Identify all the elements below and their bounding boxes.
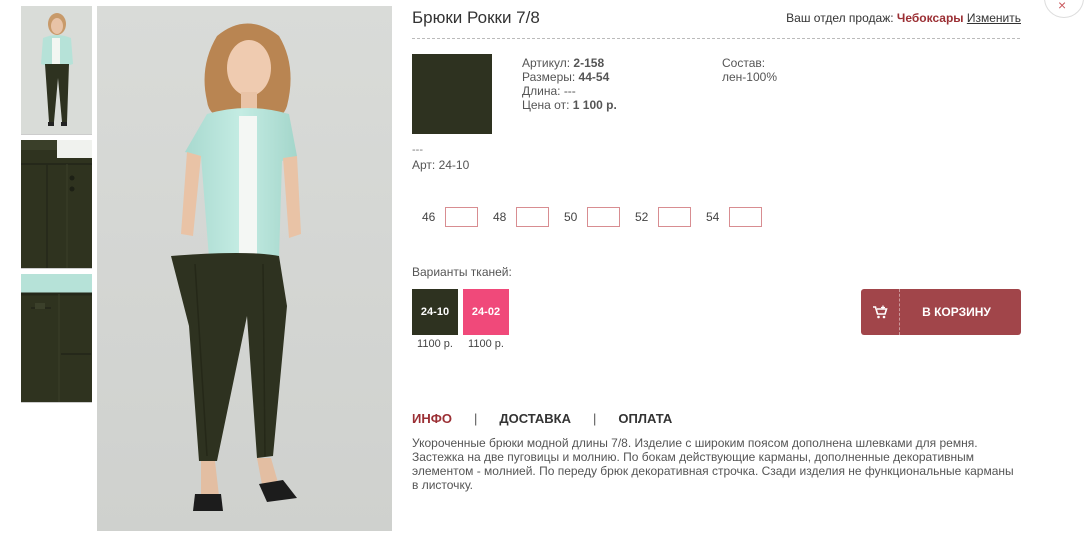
size-quantity-input[interactable] bbox=[516, 207, 549, 227]
tab-separator: | bbox=[473, 411, 478, 426]
fabric-variants-label: Варианты тканей: bbox=[412, 265, 512, 279]
spec-price: Цена от: 1 100 р. bbox=[522, 98, 617, 112]
add-to-cart-label: В КОРЗИНУ bbox=[922, 305, 991, 319]
size-label: 48 bbox=[493, 210, 507, 224]
size-quantity-input[interactable] bbox=[445, 207, 478, 227]
size-quantity-input[interactable] bbox=[658, 207, 691, 227]
spec-length-label: Длина: bbox=[522, 84, 561, 98]
fabric-variant: 24-10 1100 р. bbox=[412, 289, 458, 350]
spec-length-value: --- bbox=[563, 84, 576, 98]
header-divider bbox=[412, 38, 1020, 39]
size-item: 46 bbox=[422, 207, 478, 227]
thumbnail-strip bbox=[21, 6, 92, 408]
add-to-cart-button[interactable]: В КОРЗИНУ bbox=[861, 289, 1021, 335]
tab-info[interactable]: ИНФО bbox=[412, 411, 452, 426]
product-composition: Состав: лен-100% bbox=[722, 56, 777, 84]
fabric-swatch bbox=[412, 54, 492, 134]
size-item: 54 bbox=[706, 207, 762, 227]
thumbnail-back-detail[interactable] bbox=[21, 274, 92, 403]
product-description: Укороченные брюки модной длины 7/8. Изде… bbox=[412, 436, 1014, 492]
composition-value: лен-100% bbox=[722, 70, 777, 84]
close-icon: × bbox=[1058, 0, 1067, 13]
fabric-variant-chip[interactable]: 24-02 bbox=[463, 289, 509, 335]
cart-plus-icon bbox=[861, 289, 900, 335]
spec-article: Артикул: 2-158 bbox=[522, 56, 617, 70]
tab-payment[interactable]: ОПЛАТА bbox=[618, 411, 672, 426]
tab-delivery[interactable]: ДОСТАВКА bbox=[499, 411, 571, 426]
fabric-variant-price: 1100 р. bbox=[468, 338, 504, 350]
spec-length: Длина: --- bbox=[522, 84, 617, 98]
spec-article-value: 2-158 bbox=[573, 56, 605, 70]
fabric-variant-chip[interactable]: 24-10 bbox=[412, 289, 458, 335]
spec-sizes-value: 44-54 bbox=[578, 70, 610, 84]
close-button[interactable]: × bbox=[1044, 0, 1084, 18]
product-title: Брюки Рокки 7/8 bbox=[412, 8, 540, 27]
tab-separator: | bbox=[593, 411, 597, 426]
info-tabs: ИНФО | ДОСТАВКА | ОПЛАТА bbox=[412, 411, 672, 426]
article-code: Арт: 24-10 bbox=[412, 158, 470, 172]
main-product-photo[interactable] bbox=[97, 6, 392, 531]
composition-label: Состав: bbox=[722, 56, 766, 70]
thumbnail-back-detail-image bbox=[21, 274, 92, 402]
model-illustration bbox=[97, 6, 392, 531]
size-quantity-input[interactable] bbox=[587, 207, 620, 227]
thumbnail-full-outfit-image bbox=[21, 6, 92, 134]
thumbnail-full-outfit[interactable] bbox=[21, 6, 92, 135]
spec-price-value: 1 100 р. bbox=[572, 98, 617, 112]
variant-dashes: --- bbox=[412, 144, 423, 156]
size-quantity-row: 46 48 50 52 54 bbox=[422, 207, 777, 227]
sales-region-label: Ваш отдел продаж: bbox=[786, 11, 894, 25]
spec-sizes-label: Размеры: bbox=[522, 70, 576, 84]
thumbnail-waist-detail[interactable] bbox=[21, 140, 92, 269]
change-region-link[interactable]: Изменить bbox=[967, 11, 1021, 25]
size-quantity-input[interactable] bbox=[729, 207, 762, 227]
spec-sizes: Размеры: 44-54 bbox=[522, 70, 617, 84]
size-label: 46 bbox=[422, 210, 436, 224]
fabric-variant: 24-02 1100 р. bbox=[463, 289, 509, 350]
size-item: 48 bbox=[493, 207, 549, 227]
size-item: 50 bbox=[564, 207, 620, 227]
product-specs: Артикул: 2-158 Размеры: 44-54 Длина: ---… bbox=[522, 56, 617, 112]
size-label: 50 bbox=[564, 210, 578, 224]
spec-article-label: Артикул: bbox=[522, 56, 571, 70]
size-item: 52 bbox=[635, 207, 691, 227]
sales-region-city: Чебоксары bbox=[896, 11, 964, 25]
spec-price-label: Цена от: bbox=[522, 98, 570, 112]
thumbnail-waist-detail-image bbox=[21, 140, 92, 268]
size-label: 54 bbox=[706, 210, 720, 224]
sales-region: Ваш отдел продаж: Чебоксары Изменить bbox=[786, 11, 1021, 25]
size-label: 52 bbox=[635, 210, 649, 224]
fabric-variant-price: 1100 р. bbox=[417, 338, 453, 350]
